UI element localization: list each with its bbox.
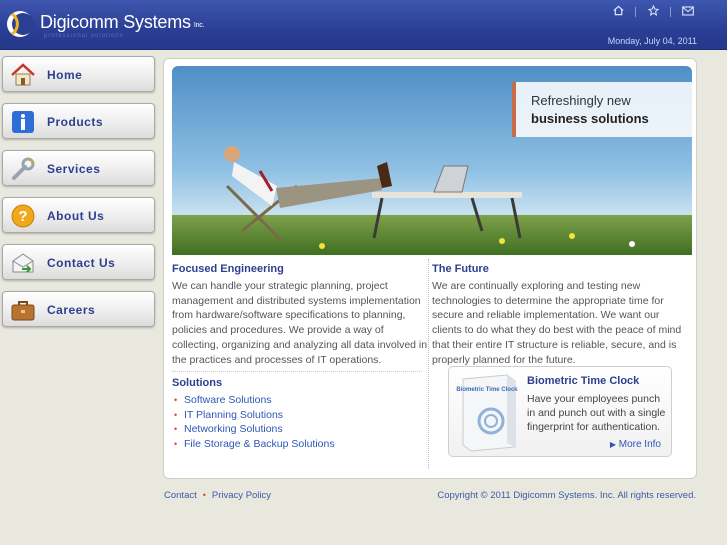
hero-tagline-line1: Refreshingly new (531, 93, 631, 108)
footer-privacy-link[interactable]: Privacy Policy (212, 490, 271, 501)
nav-label-contact-us: Contact Us (47, 256, 116, 270)
focused-engineering-text: We can handle your strategic planning, p… (172, 280, 428, 366)
promo-text: Have your employees punch in and punch o… (527, 393, 666, 433)
footer-links: Contact • Privacy Policy (164, 490, 272, 501)
column-divider (428, 259, 429, 469)
sidebar-nav: Home Products Services ? About Us Contac… (2, 56, 155, 338)
nav-label-products: Products (47, 115, 104, 129)
wrench-icon (12, 157, 35, 180)
nav-item-home[interactable]: Home (2, 56, 155, 92)
header-icon-bar (609, 4, 697, 19)
current-date: Monday, July 04, 2011 (607, 36, 697, 46)
info-icon (12, 111, 34, 133)
brand-name[interactable]: Digicomm Systems Inc. (40, 12, 205, 33)
nav-item-contact-us[interactable]: Contact Us (2, 244, 155, 280)
nav-item-products[interactable]: Products (2, 103, 155, 139)
nav-label-about-us: About Us (47, 209, 105, 223)
nav-item-careers[interactable]: Careers (2, 291, 155, 327)
svg-text:?: ? (18, 208, 27, 225)
content-panel: Refreshingly new business solutions Focu… (163, 58, 697, 479)
section-divider (172, 371, 422, 372)
product-box-image: Biometric Time Clock (456, 374, 518, 452)
brand-tagline: professional solutions (44, 33, 124, 39)
hero-banner: Refreshingly new business solutions (172, 66, 692, 255)
more-info-link[interactable]: ▶ More Info (610, 439, 661, 450)
the-future-title: The Future (432, 263, 489, 275)
nav-label-careers: Careers (47, 303, 96, 317)
promo-title: Biometric Time Clock (527, 375, 640, 387)
solutions-title: Solutions (172, 377, 223, 389)
nav-item-about-us[interactable]: ? About Us (2, 197, 155, 233)
house-icon (11, 63, 35, 86)
solutions-link-it-planning[interactable]: • IT Planning Solutions (174, 408, 335, 423)
logo-mark-icon (7, 11, 34, 37)
play-arrow-icon: ▶ (609, 440, 616, 449)
focused-engineering-title: Focused Engineering (172, 263, 284, 275)
nav-label-home: Home (47, 68, 83, 82)
solutions-list: • Software Solutions • IT Planning Solutio… (174, 393, 335, 451)
product-box-label: Biometric Time Clock (456, 387, 518, 393)
mail-icon[interactable] (679, 5, 697, 19)
footer-copyright: Copyright © 2011 Digicomm Systems. Inc. … (437, 490, 696, 501)
nav-label-services: Services (47, 162, 101, 176)
site-header: Digicomm Systems Inc. professional soluti… (0, 0, 727, 50)
solutions-link-networking[interactable]: • Networking Solutions (174, 422, 335, 437)
star-icon[interactable] (644, 4, 662, 19)
solutions-link-software[interactable]: • Software Solutions (174, 393, 335, 408)
briefcase-icon (11, 301, 35, 321)
question-icon: ? (11, 204, 35, 228)
nav-item-services[interactable]: Services (2, 150, 155, 186)
envelope-arrow-icon (12, 253, 34, 273)
the-future-text: We are continually exploring and testing… (432, 280, 682, 366)
hero-tagline-line2: business solutions (531, 111, 649, 126)
hero-tagline: Refreshingly new business solutions (512, 82, 692, 137)
biometric-promo-card[interactable]: Biometric Time Clock Biometric Time Cloc… (448, 366, 672, 457)
solutions-link-file-storage[interactable]: • File Storage & Backup Solutions (174, 437, 335, 452)
footer-contact-link[interactable]: Contact (164, 490, 197, 501)
home-icon[interactable] (609, 5, 627, 19)
